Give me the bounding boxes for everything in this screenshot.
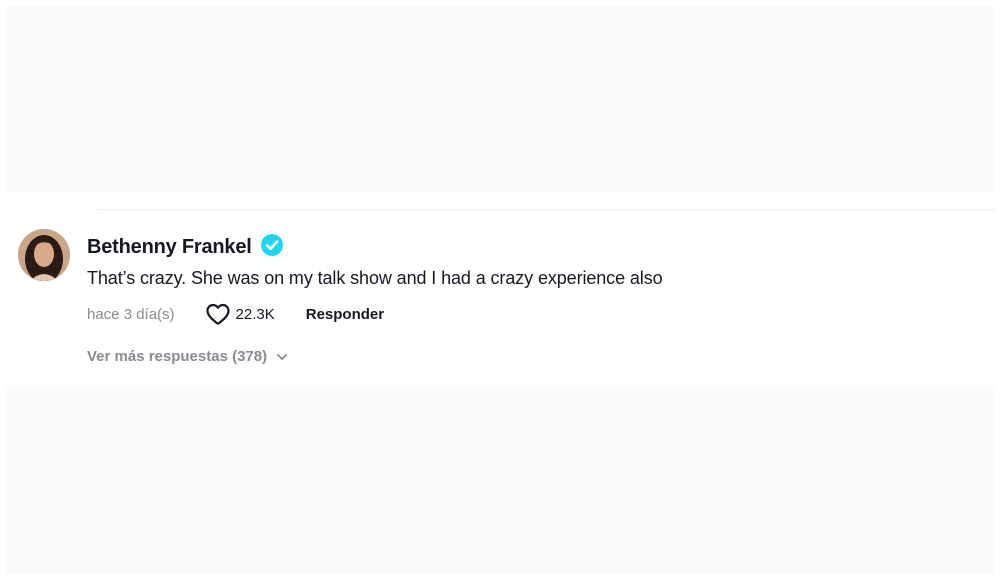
comment-divider <box>98 209 996 210</box>
comment-header: Bethenny Frankel <box>87 233 967 261</box>
view-more-replies-label: Ver más respuestas (378) <box>87 348 268 365</box>
verified-check-icon <box>260 234 283 256</box>
comment-author[interactable]: Bethenny Frankel <box>87 236 252 259</box>
comment-text: That’s crazy. She was on my talk show an… <box>87 268 663 288</box>
reply-button[interactable]: Responder <box>306 306 384 323</box>
like-button[interactable]: 22.3K <box>205 302 275 326</box>
chevron-down-icon <box>275 350 289 364</box>
like-count: 22.3K <box>235 305 275 323</box>
avatar[interactable] <box>18 229 70 281</box>
comment-timestamp: hace 3 día(s) <box>87 305 175 323</box>
bottom-placeholder-panel <box>6 388 994 574</box>
view-more-replies-button[interactable]: Ver más respuestas (378) <box>87 348 967 365</box>
comment-content: Bethenny Frankel That’s crazy. She was o… <box>87 233 967 365</box>
top-placeholder-panel <box>6 6 994 192</box>
heart-outline-icon <box>205 302 231 326</box>
comment-actions: hace 3 día(s) 22.3K Responder <box>87 302 967 326</box>
